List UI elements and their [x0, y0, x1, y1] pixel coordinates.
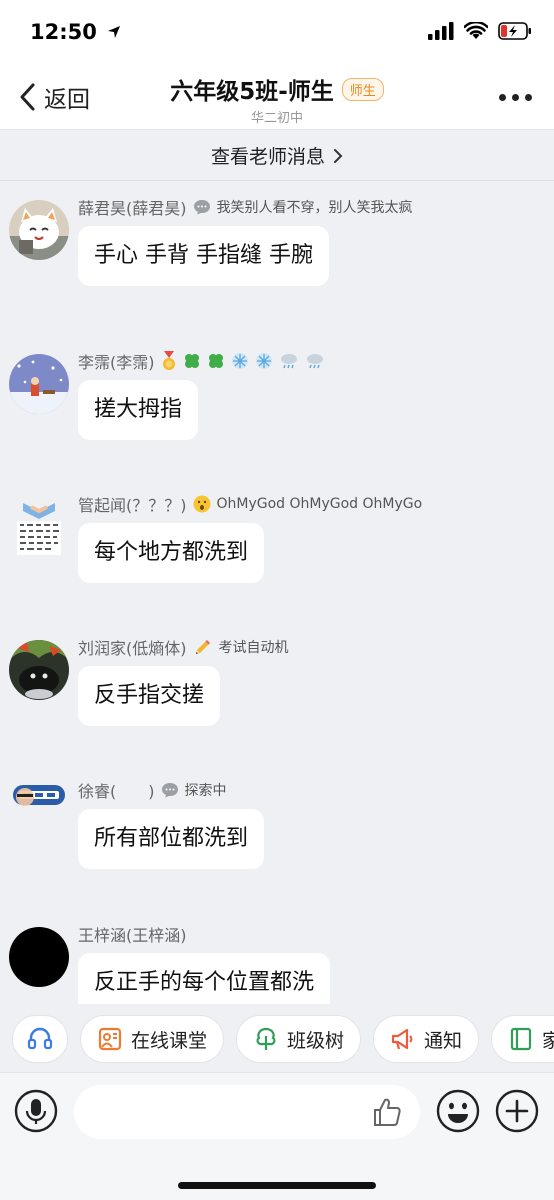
- sender-name: 管起闻(？？？): [78, 496, 187, 515]
- thumbs-up-icon: [374, 1098, 401, 1126]
- tree-icon: [256, 1027, 276, 1050]
- medal-icon: [162, 351, 175, 370]
- notice-button[interactable]: 通知: [373, 1015, 480, 1063]
- snowflake-icon: [231, 353, 248, 369]
- more-menu-button[interactable]: [499, 94, 532, 101]
- rain-cloud-icon: [306, 354, 323, 369]
- home-school-label: 家: [542, 1029, 554, 1052]
- nav-bar: 返回 六年级5班-师生 师生 华二初中: [0, 66, 554, 130]
- more-dot-icon: [512, 94, 519, 101]
- sender-signature: 我笑别人看不穿，别人笑我太疯: [216, 200, 413, 216]
- dark-creature-avatar-icon: [9, 640, 69, 700]
- sender-name: 徐睿( ): [78, 782, 155, 801]
- sender-name: 薛君昊(薛君昊): [78, 199, 187, 218]
- title-block: 六年级5班-师生 师生 华二初中: [0, 72, 554, 126]
- teacher-messages-label: 查看老师消息: [210, 146, 325, 168]
- megaphone-icon: [391, 1028, 413, 1050]
- emoji-button[interactable]: [436, 1089, 480, 1133]
- avatar-snow[interactable]: [9, 354, 69, 414]
- cartoon-badge-avatar-icon: [9, 783, 69, 843]
- voice-button[interactable]: [14, 1089, 58, 1133]
- rain-cloud-icon: [280, 354, 297, 369]
- message-input[interactable]: [74, 1085, 420, 1139]
- handshake-avatar-icon: [9, 497, 69, 557]
- surprised-face-icon: [193, 495, 210, 513]
- speech-bubble-icon: [161, 783, 178, 798]
- class-tree-label: 班级树: [287, 1029, 345, 1052]
- headset-button[interactable]: [12, 1015, 68, 1063]
- location-arrow-icon: [108, 26, 121, 38]
- online-class-icon: [98, 1027, 122, 1051]
- headset-icon: [27, 1027, 53, 1050]
- page-title: 六年级5班-师生: [170, 79, 334, 105]
- plus-icon: [495, 1089, 539, 1133]
- input-area: [0, 1072, 554, 1200]
- sender-signature: 探索中: [184, 783, 227, 799]
- home-indicator: [178, 1182, 376, 1189]
- avatar-handshake[interactable]: [9, 497, 69, 557]
- notice-label: 通知: [424, 1029, 463, 1052]
- role-badge: 师生: [341, 77, 384, 101]
- sender-name: 刘润家(低熵体): [78, 639, 187, 658]
- status-bar: 12:50: [0, 0, 554, 66]
- clover-icon: [208, 354, 223, 368]
- add-attachment-button[interactable]: [495, 1089, 539, 1133]
- message-bubble[interactable]: 反手指交搓: [78, 666, 221, 726]
- home-school-button[interactable]: 家: [491, 1015, 554, 1063]
- message-bubble[interactable]: 手心 手背 手指缝 手腕: [78, 226, 329, 286]
- like-button[interactable]: [370, 1095, 404, 1133]
- online-class-button[interactable]: 在线课堂: [80, 1015, 225, 1063]
- chevron-right-icon: [334, 148, 343, 163]
- pencil-icon: [195, 640, 210, 654]
- signal-icon: [428, 22, 454, 40]
- more-dot-icon: [525, 94, 532, 101]
- sender-name: 王梓涵(王梓涵): [78, 926, 187, 945]
- wifi-icon: [464, 22, 488, 39]
- sender-name: 李霈(李霈): [78, 353, 155, 372]
- avatar-black[interactable]: [9, 927, 69, 987]
- message-bubble[interactable]: 每个地方都洗到: [78, 523, 265, 583]
- more-dot-icon: [499, 94, 506, 101]
- class-tree-button[interactable]: 班级树: [236, 1015, 362, 1063]
- status-time: 12:50: [30, 20, 121, 44]
- quick-action-bar[interactable]: 在线课堂 班级树 通知 家: [0, 1010, 554, 1068]
- message-bubble[interactable]: 反正手的每个位置都洗: [78, 953, 331, 1004]
- speech-bubble-icon: [193, 200, 210, 215]
- online-class-label: 在线课堂: [131, 1029, 208, 1052]
- avatar-cat[interactable]: [9, 200, 69, 260]
- cat-avatar-icon: [9, 200, 69, 260]
- school-subtitle: 华二初中: [250, 111, 303, 126]
- sender-signature: 考试自动机: [218, 640, 289, 656]
- view-teacher-messages[interactable]: 查看老师消息: [0, 131, 554, 181]
- smiley-icon: [436, 1089, 480, 1133]
- microphone-icon: [14, 1089, 58, 1133]
- clover-icon: [184, 354, 199, 368]
- message-list[interactable]: 薛君昊(薛君昊) 我笑别人看不穿，别人笑我太疯 手心 手背 手指缝 手腕 李霈(…: [0, 182, 554, 1004]
- message-bubble[interactable]: 所有部位都洗到: [78, 809, 265, 869]
- snow-scene-avatar-icon: [9, 354, 69, 414]
- message-bubble[interactable]: 搓大拇指: [78, 380, 199, 440]
- battery-charging-icon: [498, 22, 531, 40]
- avatar-dark[interactable]: [9, 640, 69, 700]
- book-icon: [510, 1027, 532, 1051]
- snowflake-icon: [255, 353, 272, 369]
- sender-signature: OhMyGod OhMyGod OhMyGo: [216, 496, 423, 512]
- avatar-cartoon[interactable]: [9, 783, 69, 843]
